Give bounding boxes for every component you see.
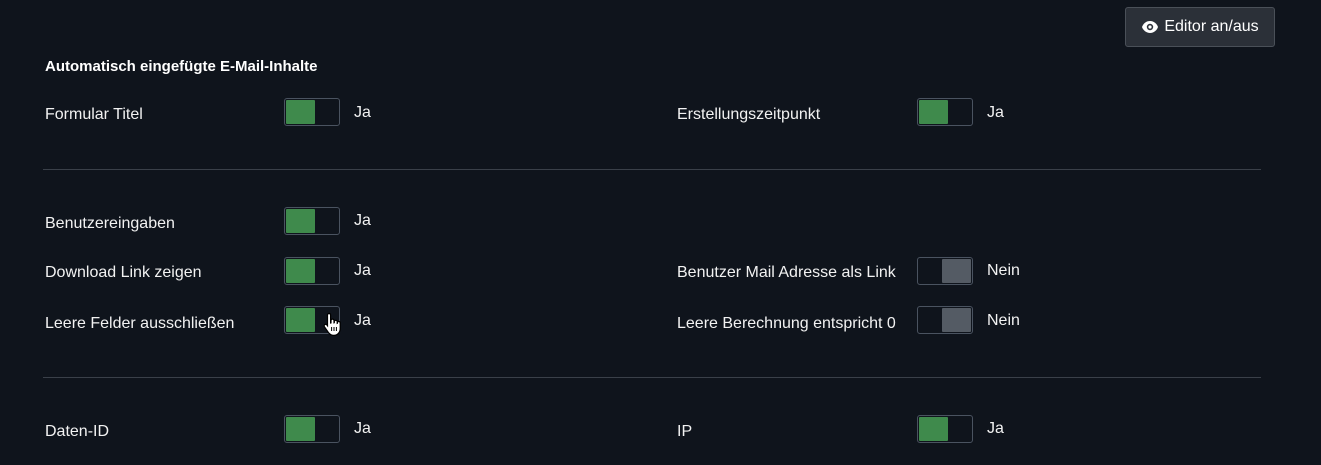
download-link-state: Ja — [354, 262, 371, 279]
erstellungszeitpunkt-label: Erstellungszeitpunkt — [677, 106, 821, 123]
toggle-knob — [286, 308, 315, 332]
daten-id-label: Daten-ID — [45, 423, 110, 440]
divider — [43, 377, 1261, 378]
leere-berechnung-toggle[interactable] — [917, 306, 973, 334]
toggle-knob — [286, 209, 315, 233]
mail-link-state: Nein — [987, 262, 1020, 279]
erstellungszeitpunkt-state: Ja — [987, 104, 1004, 121]
toggle-knob — [286, 259, 315, 283]
section-title: Automatisch eingefügte E-Mail-Inhalte — [45, 58, 318, 75]
formular-titel-toggle[interactable] — [284, 98, 340, 126]
toggle-knob — [919, 100, 948, 124]
formular-titel-state: Ja — [354, 104, 371, 121]
toggle-knob — [919, 417, 948, 441]
benutzereingaben-state: Ja — [354, 212, 371, 229]
ip-toggle[interactable] — [917, 415, 973, 443]
leere-felder-label: Leere Felder ausschließen — [45, 315, 235, 332]
formular-titel-label: Formular Titel — [45, 106, 143, 123]
toggle-knob — [286, 100, 315, 124]
leere-berechnung-state: Nein — [987, 312, 1020, 329]
daten-id-toggle[interactable] — [284, 415, 340, 443]
divider — [43, 169, 1261, 170]
hand-pointer-icon — [323, 312, 341, 341]
editor-toggle-button[interactable]: Editor an/aus — [1125, 7, 1275, 47]
benutzereingaben-label: Benutzereingaben — [45, 215, 175, 232]
daten-id-state: Ja — [354, 420, 371, 437]
download-link-label: Download Link zeigen — [45, 264, 202, 281]
leere-berechnung-label: Leere Berechnung entspricht 0 — [677, 315, 896, 332]
toggle-knob — [942, 259, 971, 283]
leere-felder-state: Ja — [354, 312, 371, 329]
toggle-knob — [942, 308, 971, 332]
toggle-knob — [286, 417, 315, 441]
ip-state: Ja — [987, 420, 1004, 437]
benutzereingaben-toggle[interactable] — [284, 207, 340, 235]
ip-label: IP — [677, 423, 693, 440]
erstellungszeitpunkt-toggle[interactable] — [917, 98, 973, 126]
editor-toggle-label: Editor an/aus — [1164, 18, 1259, 35]
eye-icon — [1141, 20, 1159, 34]
download-link-toggle[interactable] — [284, 257, 340, 285]
mail-link-toggle[interactable] — [917, 257, 973, 285]
mail-link-label: Benutzer Mail Adresse als Link — [677, 264, 896, 281]
